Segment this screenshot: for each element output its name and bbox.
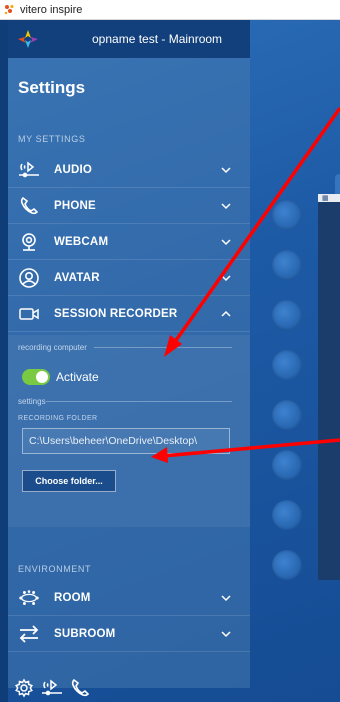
toggle-knob xyxy=(36,371,48,383)
activate-toggle[interactable] xyxy=(22,369,50,385)
room-header: opname test - Mainroom xyxy=(8,20,250,58)
seat-placeholder[interactable] xyxy=(272,550,302,580)
activate-label: Activate xyxy=(56,370,99,384)
menu-item-avatar[interactable]: AVATAR xyxy=(8,260,250,296)
menu-item-webcam[interactable]: WEBCAM xyxy=(8,224,250,260)
window-title-bar: vitero inspire xyxy=(0,0,340,20)
menu-item-label: WEBCAM xyxy=(54,235,109,248)
settings-title: Settings xyxy=(18,78,86,97)
chevron-down-icon xyxy=(221,595,231,602)
menu-item-subroom[interactable]: SUBROOM xyxy=(8,616,250,652)
bottom-toolbar xyxy=(8,674,108,702)
menu-item-label: SUBROOM xyxy=(54,627,116,640)
menu-item-label: ROOM xyxy=(54,591,91,604)
choose-folder-button[interactable]: Choose folder... xyxy=(22,470,116,492)
left-strip xyxy=(0,20,8,702)
settings-sub-label: settings xyxy=(18,397,46,406)
audio-icon xyxy=(18,159,40,181)
window-title: vitero inspire xyxy=(20,3,83,16)
seat-placeholder[interactable] xyxy=(272,450,302,480)
menu-item-session-recorder[interactable]: SESSION RECORDER xyxy=(8,296,250,332)
seat-placeholder[interactable] xyxy=(272,400,302,430)
chevron-down-icon xyxy=(221,203,231,210)
webcam-icon xyxy=(18,231,40,253)
seat-placeholder[interactable] xyxy=(272,350,302,380)
seat-placeholder[interactable] xyxy=(272,300,302,330)
menu-item-label: AVATAR xyxy=(54,271,100,284)
divider xyxy=(94,347,232,348)
chevron-up-icon xyxy=(221,310,231,317)
menu-item-room[interactable]: ROOM xyxy=(8,580,250,616)
app-main-area: opname test - Mainroom Settings MY SETTI… xyxy=(0,20,340,702)
chevron-down-icon xyxy=(221,239,231,246)
phone-icon[interactable] xyxy=(68,676,92,700)
menu-item-audio[interactable]: AUDIO xyxy=(8,152,250,188)
room-icon xyxy=(18,587,40,609)
subroom-icon xyxy=(18,623,40,645)
room-title: opname test - Mainroom xyxy=(92,32,223,46)
seat-placeholder[interactable] xyxy=(272,250,302,280)
vitero-app-icon xyxy=(4,4,14,14)
chevron-down-icon xyxy=(221,631,231,638)
menu-item-label: SESSION RECORDER xyxy=(54,307,178,320)
divider xyxy=(46,401,232,402)
chevron-down-icon xyxy=(221,275,231,282)
my-settings-label: MY SETTINGS xyxy=(18,134,86,144)
recording-computer-label: recording computer xyxy=(18,343,87,352)
environment-label: ENVIRONMENT xyxy=(18,564,92,574)
seat-placeholder[interactable] xyxy=(272,500,302,530)
seat-placeholder[interactable] xyxy=(272,200,302,230)
avatar-icon xyxy=(18,267,40,289)
phone-icon xyxy=(18,195,40,217)
settings-icon[interactable] xyxy=(12,676,36,700)
audio-icon[interactable] xyxy=(40,676,64,700)
screen-toolbar: ▦ xyxy=(318,194,340,202)
session-recorder-panel: recording computer Activate settings REC… xyxy=(8,335,250,527)
menu-item-label: PHONE xyxy=(54,199,96,212)
screen-share-icon[interactable]: ▦ xyxy=(322,194,329,202)
menu-item-phone[interactable]: PHONE xyxy=(8,188,250,224)
recording-folder-label: RECORDING FOLDER xyxy=(18,415,98,422)
chevron-down-icon xyxy=(221,167,231,174)
menu-item-label: AUDIO xyxy=(54,163,93,176)
settings-panel: Settings MY SETTINGS AUDIO PHONE WEBCAM … xyxy=(8,58,250,688)
session-recorder-icon xyxy=(18,303,40,325)
shared-screen-area[interactable] xyxy=(318,202,340,580)
vitero-logo xyxy=(8,20,48,58)
recording-folder-field[interactable]: C:\Users\beheer\OneDrive\Desktop\ xyxy=(22,428,230,454)
